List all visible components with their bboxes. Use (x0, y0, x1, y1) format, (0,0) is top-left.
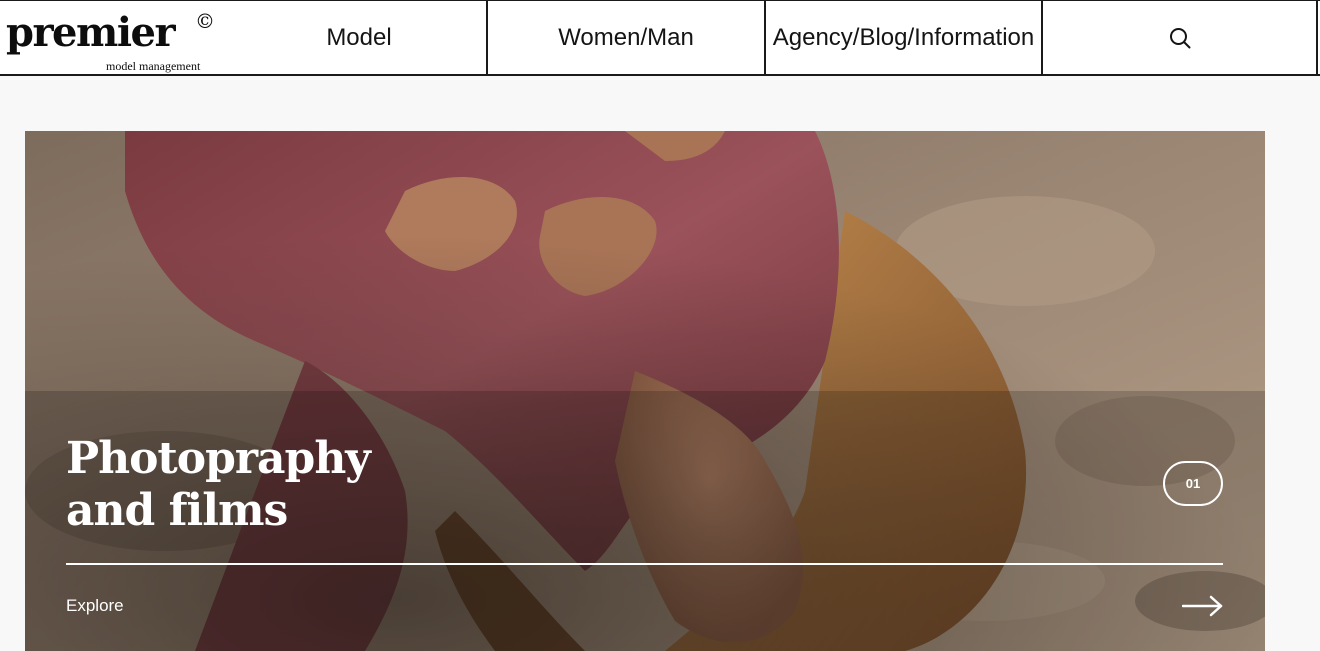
arrow-right-icon[interactable] (1182, 594, 1224, 618)
hero-title-line-2: and films (66, 485, 288, 536)
hero-title-line-1: Photopraphy (66, 433, 371, 484)
search-button[interactable] (1041, 1, 1318, 75)
hero-divider (66, 563, 1223, 565)
nav-item-agency-blog-information[interactable]: Agency/Blog/Information (764, 1, 1041, 75)
nav-item-model[interactable]: Model (232, 1, 486, 75)
site-header: premier © model management Model Women/M… (0, 0, 1320, 76)
logo-subtitle: model management (106, 59, 201, 73)
search-icon (1169, 28, 1190, 49)
logo[interactable]: premier © model management (0, 1, 232, 75)
logo-wordmark: premier (6, 9, 176, 56)
slide-number-badge[interactable]: 01 (1163, 461, 1223, 506)
nav-item-women-man[interactable]: Women/Man (486, 1, 764, 75)
hero-title: Photopraphy and films (66, 433, 371, 537)
explore-link[interactable]: Explore (66, 596, 124, 616)
logo-copyright-mark: © (195, 9, 215, 33)
hero-photo (25, 131, 1265, 651)
hero-banner[interactable]: Photopraphy and films 01 Explore (25, 131, 1265, 651)
